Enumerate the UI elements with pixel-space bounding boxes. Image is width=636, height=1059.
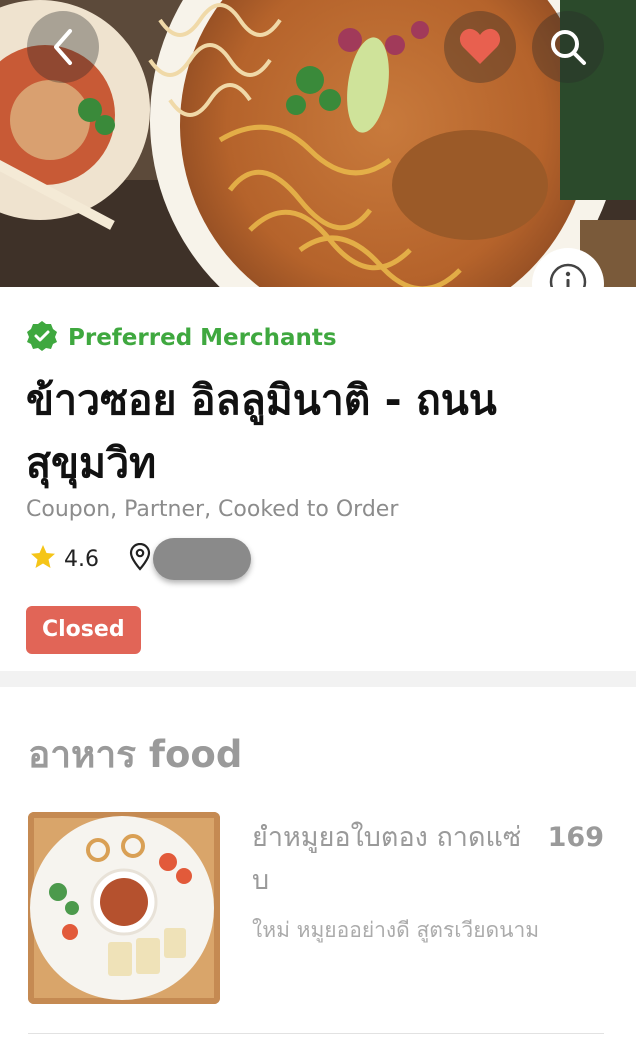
section-divider — [0, 671, 636, 687]
rating-value: 4.6 — [64, 546, 99, 572]
merchant-name: ข้าวซอย อิลลูมินาติ - ถนนสุขุมวิท — [26, 376, 497, 487]
verified-check-icon — [26, 320, 58, 356]
chevron-left-icon — [48, 27, 78, 67]
location-pin-icon — [129, 542, 151, 575]
item-divider — [28, 1033, 604, 1034]
dish-name: ยำหมูยอใบตอง ถาดแซ่บ — [252, 822, 522, 896]
distance-loading-pill — [153, 538, 251, 580]
menu-section-title: อาหาร food — [28, 733, 243, 776]
dish-price: 169 — [547, 822, 604, 853]
hero-image — [0, 0, 636, 287]
merchant-meta: 4.6 — [30, 534, 251, 584]
preferred-merchant-label: Preferred Merchants — [68, 325, 337, 351]
menu-item[interactable]: ยำหมูยอใบตอง ถาดแซ่บ 169 ใหม่ หมูยออย่าง… — [28, 812, 604, 1007]
status-badge: Closed — [26, 606, 141, 654]
favorite-button[interactable] — [444, 11, 516, 83]
merchant-info: Preferred Merchants ข้าวซอย อิลลูมินาติ … — [0, 287, 636, 671]
heart-icon — [459, 28, 501, 66]
preferred-merchant-badge: Preferred Merchants — [26, 320, 337, 356]
search-button[interactable] — [532, 11, 604, 83]
merchant-tags: Coupon, Partner, Cooked to Order — [26, 497, 399, 522]
back-button[interactable] — [27, 11, 99, 83]
search-icon — [549, 28, 587, 66]
menu-section: อาหาร food ยำหมูยอใบตอง ถาดแซ่บ 169 ใหม่… — [0, 687, 636, 1059]
star-icon — [30, 544, 56, 574]
dish-image — [28, 812, 220, 1004]
dish-description: ใหม่ หมูยออย่างดี สูตรเวียดนาม — [252, 918, 540, 942]
